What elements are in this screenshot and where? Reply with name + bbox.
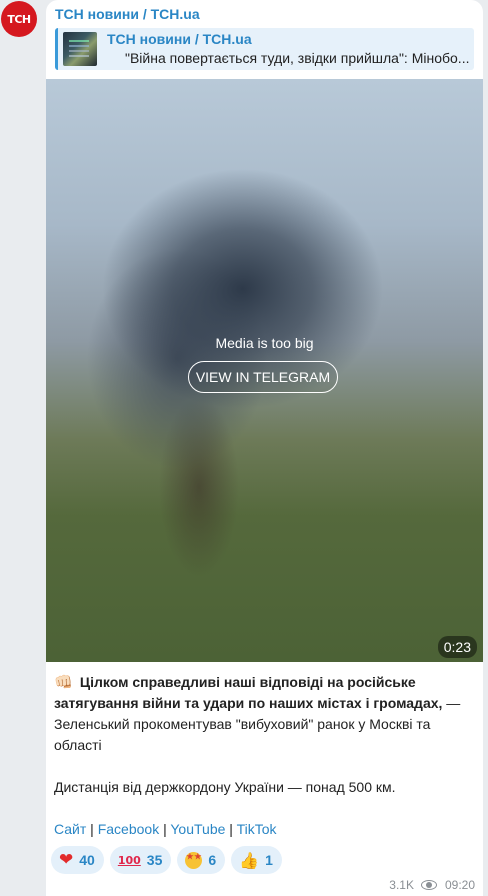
link-tiktok[interactable]: TikTok bbox=[237, 821, 277, 837]
heart-icon: ❤ bbox=[59, 850, 74, 870]
fist-icon: 👊🏻 bbox=[54, 674, 73, 691]
view-count: 3.1K bbox=[389, 878, 414, 892]
reaction-count: 35 bbox=[146, 852, 163, 868]
video-duration: 0:23 bbox=[437, 636, 477, 658]
link-separator: | bbox=[86, 821, 98, 837]
link-youtube[interactable]: YouTube bbox=[170, 821, 225, 837]
eye-icon bbox=[420, 880, 437, 890]
distance-text: Дистанція від держкордону України — пона… bbox=[54, 779, 396, 795]
link-separator: | bbox=[225, 821, 237, 837]
view-in-telegram-button[interactable]: VIEW IN TELEGRAM bbox=[188, 361, 338, 393]
quote-bold-text: Цілком справедливі наші відповіді на рос… bbox=[54, 674, 443, 711]
reaction-count: 6 bbox=[208, 852, 217, 868]
message-time: 09:20 bbox=[444, 878, 475, 892]
hundred-icon: 100 bbox=[117, 853, 141, 867]
reaction-heart[interactable]: ❤ 40 bbox=[51, 846, 104, 874]
reaction-count: 1 bbox=[265, 852, 273, 868]
channel-name[interactable]: ТСН новини / TCH.ua bbox=[55, 6, 200, 22]
reactions-bar: ❤ 40 100 35 6 👍 1 bbox=[51, 846, 282, 874]
forwarded-thumbnail bbox=[63, 32, 97, 66]
media-too-big-message: Media is too big bbox=[215, 335, 314, 351]
video-preview[interactable]: Media is too big VIEW IN TELEGRAM 0:23 bbox=[46, 79, 483, 662]
link-site[interactable]: Сайт bbox=[54, 821, 86, 837]
reaction-thumbs-up[interactable]: 👍 1 bbox=[231, 846, 282, 874]
forwarded-channel-name: ТСН новини / TCH.ua bbox=[107, 31, 252, 47]
links-row: Сайт | Facebook | YouTube | TikTok bbox=[54, 819, 475, 840]
forwarded-message-preview[interactable]: ТСН новини / TCH.ua "Війна повертається … bbox=[55, 28, 474, 70]
reaction-star-struck[interactable]: 6 bbox=[177, 846, 226, 874]
channel-avatar[interactable]: ТСН bbox=[1, 1, 37, 37]
link-facebook[interactable]: Facebook bbox=[98, 821, 159, 837]
reaction-hundred[interactable]: 100 35 bbox=[109, 846, 172, 874]
forwarded-text: "Війна повертається туди, звідки прийшла… bbox=[125, 50, 470, 66]
star-struck-icon bbox=[185, 851, 203, 869]
message-text: 👊🏻 Цілком справедливі наші відповіді на … bbox=[54, 672, 475, 840]
message-bubble: ТСН новини / TCH.ua ТСН новини / TCH.ua … bbox=[46, 0, 483, 896]
reaction-count: 40 bbox=[79, 852, 95, 868]
link-separator: | bbox=[159, 821, 171, 837]
message-meta: 3.1K 09:20 bbox=[389, 878, 475, 892]
thumbs-up-icon: 👍 bbox=[239, 850, 260, 870]
